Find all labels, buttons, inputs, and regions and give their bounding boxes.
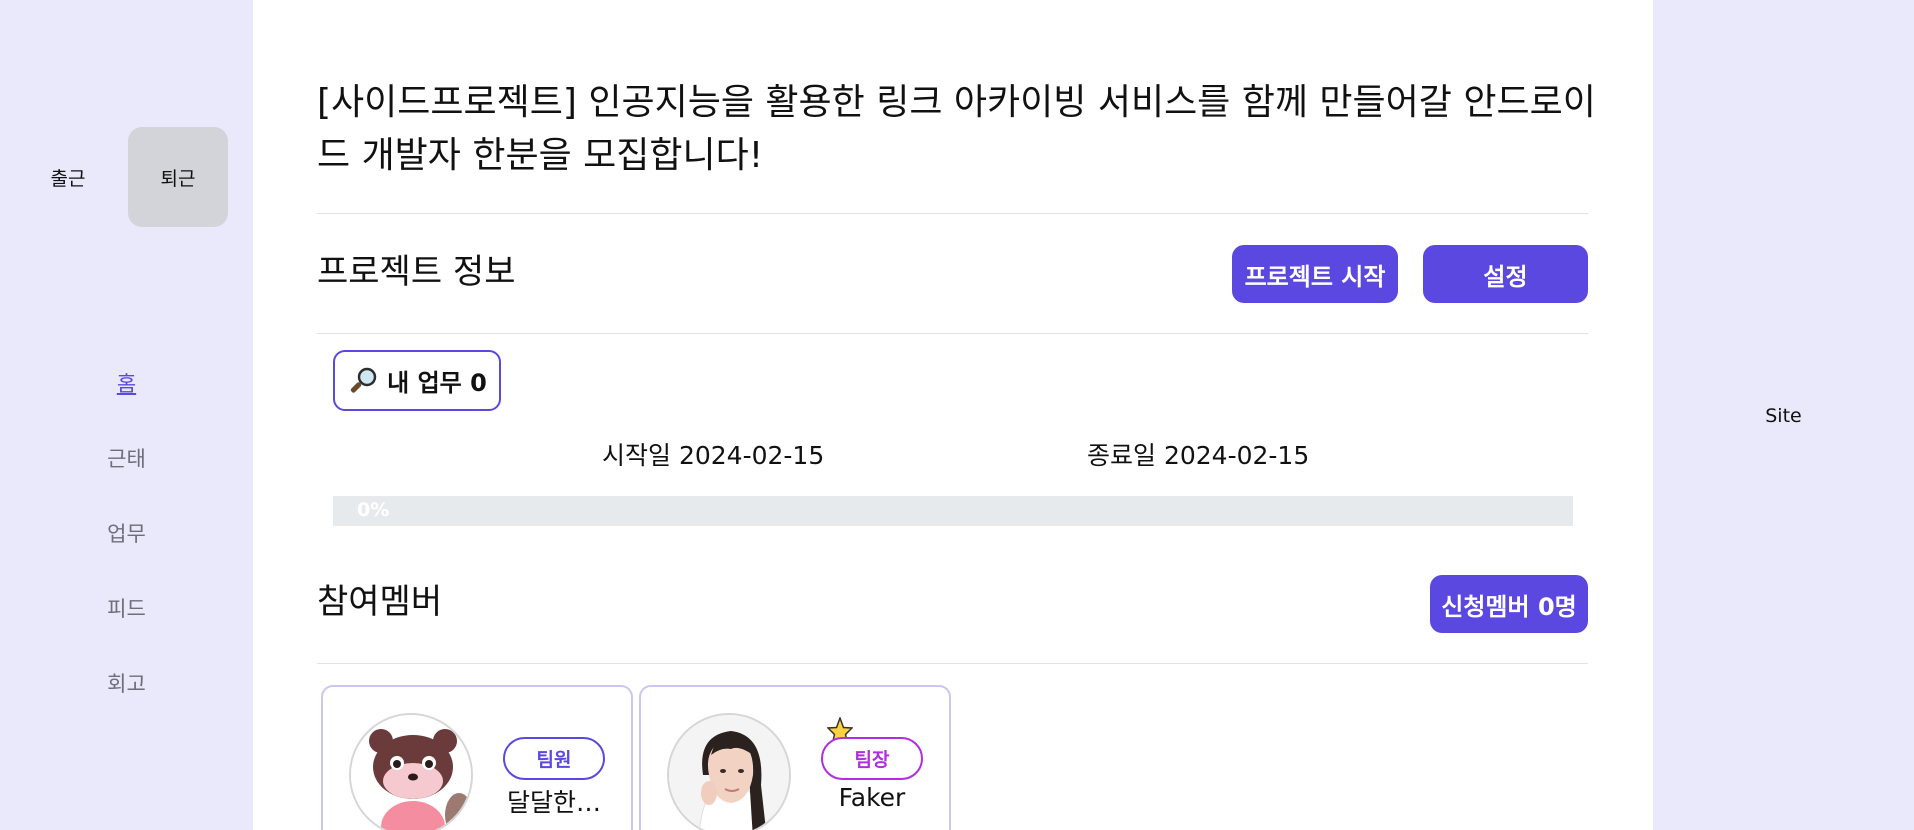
attendance-toggle: 출근 퇴근 [18, 127, 228, 227]
role-badge-member: 팀원 [503, 737, 605, 780]
project-info-heading: 프로젝트 정보 [317, 252, 516, 292]
member-name: 달달한… [506, 788, 601, 817]
sidebar: 출근 퇴근 홈 근태 업무 피드 회고 [0, 0, 253, 830]
role-badge-leader: 팀장 [821, 737, 923, 780]
divider [317, 213, 1588, 214]
member-name: Faker [838, 783, 906, 812]
member-card[interactable]: 팀장 Faker [639, 685, 951, 830]
main-content: [사이드프로젝트] 인공지능을 활용한 링크 아카이빙 서비스를 함께 만들어갈… [253, 0, 1653, 830]
check-out-button[interactable]: 퇴근 [128, 127, 228, 227]
my-tasks-button[interactable]: 내 업무 0 [333, 350, 501, 411]
settings-button[interactable]: 설정 [1423, 245, 1588, 303]
check-in-button[interactable]: 출근 [18, 127, 118, 227]
nav-item-retrospective[interactable]: 회고 [0, 658, 253, 733]
start-project-button[interactable]: 프로젝트 시작 [1232, 245, 1398, 303]
nav-item-home[interactable]: 홈 [0, 358, 253, 433]
divider [317, 663, 1588, 664]
start-date: 시작일 2024-02-15 [602, 441, 825, 470]
photo-avatar [667, 713, 791, 830]
progress-bar: 0% [333, 496, 1573, 526]
magnifier-icon [350, 367, 377, 393]
divider [317, 333, 1588, 334]
end-date: 종료일 2024-02-15 [1087, 441, 1310, 470]
raccoon-avatar [349, 713, 473, 830]
member-card[interactable]: 팀원 달달한… [321, 685, 633, 830]
sidebar-nav: 홈 근태 업무 피드 회고 [0, 358, 253, 733]
members-heading: 참여멤버 [317, 582, 443, 622]
nav-item-feed[interactable]: 피드 [0, 583, 253, 658]
project-title: [사이드프로젝트] 인공지능을 활용한 링크 아카이빙 서비스를 함께 만들어갈… [317, 82, 1596, 176]
right-panel: Site [1653, 0, 1914, 830]
site-label: Site [1765, 405, 1802, 427]
applicants-button[interactable]: 신청멤버 0명 [1430, 575, 1588, 633]
nav-item-tasks[interactable]: 업무 [0, 508, 253, 583]
progress-label: 0% [357, 499, 390, 521]
nav-item-attendance[interactable]: 근태 [0, 433, 253, 508]
my-tasks-label: 내 업무 0 [387, 369, 487, 397]
